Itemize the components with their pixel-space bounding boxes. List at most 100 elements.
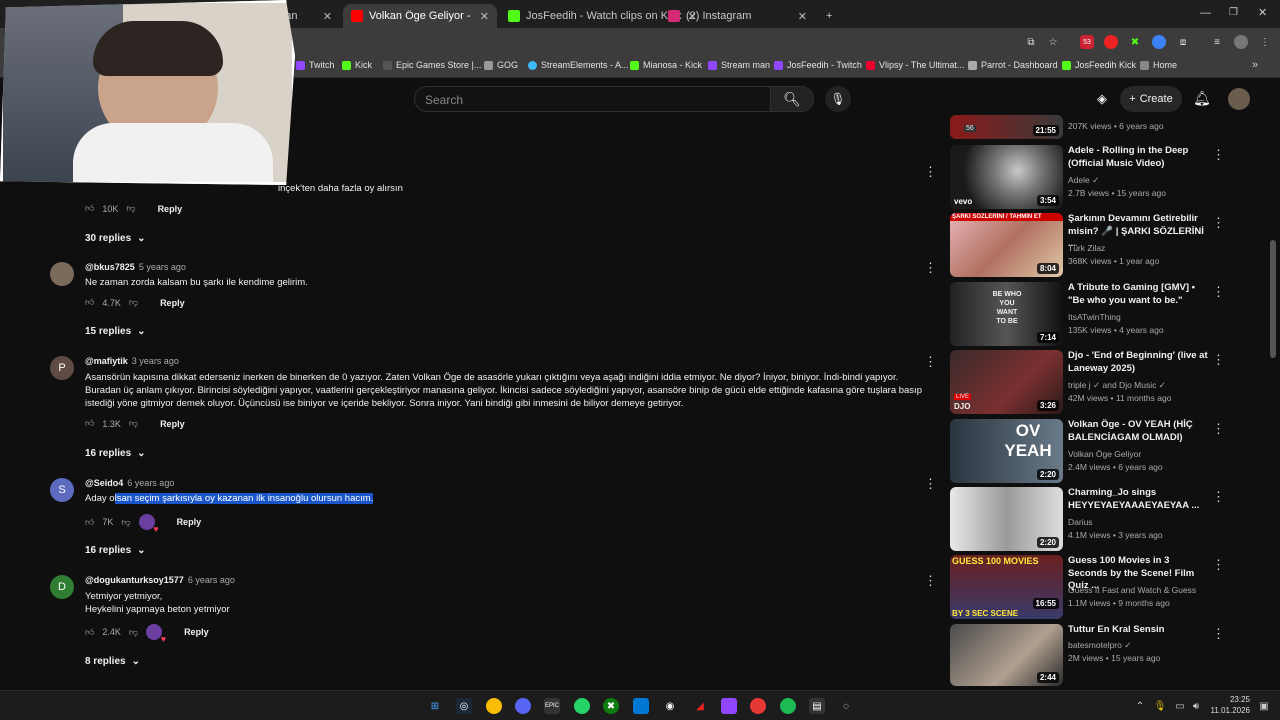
channel-name[interactable]: Volkan Öge Geliyor	[1068, 449, 1141, 459]
app-icon[interactable]: ▤	[809, 698, 825, 714]
chevron-up-icon[interactable]: ⌃	[1132, 698, 1148, 714]
video-thumbnail[interactable]: BE WHO YOU WANT TO BE 7:14	[950, 282, 1063, 346]
related-video[interactable]: OV YEAH 2:20 Volkan Öge - OV YEAH (HİÇ B…	[950, 419, 1260, 483]
avatar[interactable]: S	[50, 478, 74, 502]
avatar[interactable]	[1234, 35, 1248, 49]
star-icon[interactable]: ☆	[1046, 35, 1060, 49]
video-thumbnail[interactable]: 2:44	[950, 624, 1063, 686]
more-icon[interactable]: ⋮	[1212, 284, 1225, 300]
more-icon[interactable]: ⋮	[924, 354, 937, 370]
extension-icon[interactable]	[1152, 35, 1166, 49]
comment-author[interactable]: @bkus7825 5 years ago	[85, 262, 186, 272]
related-video[interactable]: 56 21:55 207K views • 6 years ago	[950, 115, 1260, 139]
new-tab-button[interactable]: +	[818, 4, 842, 28]
more-icon[interactable]: ⋮	[924, 573, 937, 589]
channel-name[interactable]: batesmotelpro ✓	[1068, 640, 1131, 651]
more-icon[interactable]: ⋮	[1212, 557, 1225, 573]
comment-author[interactable]: @Seido4 6 years ago	[85, 478, 174, 488]
avatar[interactable]: P	[50, 356, 74, 380]
bookmark[interactable]: StreamElements - A...	[528, 60, 629, 70]
video-thumbnail[interactable]: OV YEAH 2:20	[950, 419, 1063, 483]
account-avatar[interactable]	[1228, 88, 1250, 110]
more-icon[interactable]: ⋮	[1212, 489, 1225, 505]
video-title[interactable]: Adele - Rolling in the Deep (Official Mu…	[1068, 145, 1208, 170]
video-thumbnail[interactable]: 56 21:55	[950, 115, 1063, 139]
dislike-icon[interactable]: 👎︎	[129, 297, 138, 308]
notification-icon[interactable]: ▣	[1256, 698, 1272, 714]
cast-icon[interactable]: ⧉	[1024, 35, 1038, 49]
spotify-icon[interactable]	[780, 698, 796, 714]
epic-icon[interactable]: EPIC	[544, 698, 560, 714]
reply-button[interactable]: Reply	[184, 627, 209, 637]
more-icon[interactable]: ⋮	[1212, 626, 1225, 642]
minimize-icon[interactable]: —	[1200, 7, 1211, 19]
cast-icon[interactable]: ◈	[1097, 91, 1107, 107]
video-thumbnail[interactable]: ŞARKI SÖZLERİNİ / TAHMİN ET 8:04	[950, 213, 1063, 277]
reply-button[interactable]: Reply	[160, 298, 185, 308]
discord-icon[interactable]	[515, 698, 531, 714]
tab-instagram[interactable]: (2) Instagram ✕	[660, 4, 815, 28]
obs-icon[interactable]: ◉	[662, 698, 678, 714]
comment-author[interactable]: @mafiytik 3 years ago	[85, 356, 179, 366]
video-thumbnail[interactable]: vevo 3:54	[950, 145, 1063, 209]
queue-icon[interactable]: ≡	[1210, 35, 1224, 49]
bookmark[interactable]: Stream man	[708, 60, 770, 70]
close-icon[interactable]: ✕	[323, 10, 332, 23]
extension-icon[interactable]	[1104, 35, 1118, 49]
bookmark[interactable]: JosFeedih Kick	[1062, 60, 1136, 70]
bell-icon[interactable]: 🔔︎	[1193, 90, 1211, 107]
more-icon[interactable]: ⋮	[924, 260, 937, 276]
twitch-icon[interactable]	[721, 698, 737, 714]
menu-icon[interactable]: ⋮	[1258, 35, 1272, 49]
bookmark[interactable]: GOG	[484, 60, 518, 70]
video-title[interactable]: A Tribute to Gaming [GMV] • "Be who you …	[1068, 282, 1208, 307]
dislike-icon[interactable]: 👎︎	[129, 418, 138, 429]
more-icon[interactable]: ⋮	[1212, 215, 1225, 231]
steam-icon[interactable]: ◎	[456, 698, 472, 714]
bookmark[interactable]: Epic Games Store |...	[383, 60, 481, 70]
maximize-icon[interactable]: ❐	[1229, 7, 1238, 18]
replies-toggle[interactable]: 8 replies ⌄	[85, 656, 140, 667]
video-title[interactable]: Volkan Öge - OV YEAH (HİÇ BALENCİAGAM OL…	[1068, 419, 1208, 444]
channel-name[interactable]: Türk Zilaz	[1068, 243, 1105, 253]
tab-youtube[interactable]: Volkan Öge Geliyor - Seçim Şa... ✕	[343, 4, 497, 28]
video-title[interactable]: Tuttur En Kral Sensin	[1068, 624, 1208, 637]
close-icon[interactable]: ✕	[798, 10, 807, 23]
like-icon[interactable]: 👍︎	[85, 203, 94, 214]
windows-start-icon[interactable]: ⊞	[427, 698, 443, 714]
channel-name[interactable]: Adele ✓	[1068, 175, 1099, 186]
like-icon[interactable]: 👍︎	[85, 627, 94, 638]
app-icon[interactable]: ◌	[838, 698, 854, 714]
related-video[interactable]: 2:20 Charming_Jo sings HEYYEYAEYAAAEYAEY…	[950, 487, 1260, 551]
avatar[interactable]: D	[50, 575, 74, 599]
comment-author[interactable]: @dogukanturksoy1577 6 years ago	[85, 575, 235, 585]
dislike-icon[interactable]: 👎︎	[121, 517, 130, 528]
bookmark[interactable]: Mianosa - Kick	[630, 60, 702, 70]
more-icon[interactable]: ⋮	[1212, 352, 1225, 368]
reply-button[interactable]: Reply	[158, 204, 183, 214]
search-input[interactable]: Search	[414, 86, 772, 112]
bookmark[interactable]: JosFeedih - Twitch	[774, 60, 862, 70]
dislike-icon[interactable]: 👎︎	[126, 203, 135, 214]
video-thumbnail[interactable]: 2:20	[950, 487, 1063, 551]
like-icon[interactable]: 👍︎	[85, 418, 94, 429]
channel-name[interactable]: ItsATwinThing	[1068, 312, 1121, 322]
related-video[interactable]: 2:44 Tuttur En Kral Sensin batesmotelpro…	[950, 624, 1260, 686]
close-icon[interactable]: ✕	[480, 10, 489, 23]
more-icon[interactable]: ⋮	[1212, 147, 1225, 163]
reply-button[interactable]: Reply	[177, 517, 202, 527]
scrollbar-thumb[interactable]	[1270, 240, 1276, 358]
bookmark[interactable]: Twitch	[296, 60, 335, 70]
video-title[interactable]: Djo - 'End of Beginning' (live at Lanewa…	[1068, 350, 1208, 375]
puzzle-icon[interactable]: ⧈	[1176, 35, 1190, 49]
like-icon[interactable]: 👍︎	[85, 297, 94, 308]
bookmark[interactable]: Home	[1140, 60, 1177, 70]
app-icon[interactable]	[750, 698, 766, 714]
chrome-icon[interactable]	[486, 698, 502, 714]
xbox-icon[interactable]: ✖	[603, 698, 619, 714]
related-video[interactable]: vevo 3:54 Adele - Rolling in the Deep (O…	[950, 145, 1260, 209]
bookmark[interactable]: Vlipsy - The Ultimat...	[866, 60, 964, 70]
app-icon[interactable]: ◢	[692, 698, 708, 714]
network-icon[interactable]: ▭	[1172, 698, 1188, 714]
video-title[interactable]: Charming_Jo sings HEYYEYAEYAAAEYAEYAA ..…	[1068, 487, 1208, 512]
